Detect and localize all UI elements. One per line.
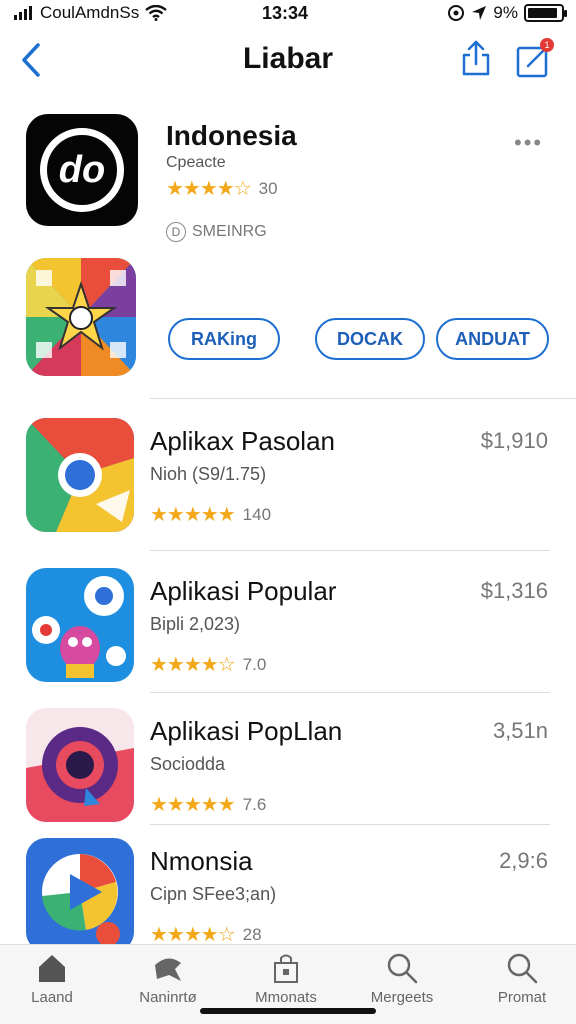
game-icon-art	[26, 258, 136, 376]
ranking-button[interactable]: RAKing	[168, 318, 280, 360]
compose-button[interactable]: 1	[514, 38, 556, 80]
chrome-app-icon	[26, 418, 134, 532]
tab-label: Promat	[497, 989, 547, 1006]
status-right: 9%	[447, 3, 567, 23]
app-icon: do	[26, 114, 138, 226]
play-icon	[26, 838, 134, 952]
at-icon	[448, 5, 465, 21]
circle-app-icon	[26, 708, 134, 822]
home-icon	[39, 955, 65, 982]
divider	[150, 824, 550, 825]
home-indicator[interactable]	[200, 1008, 376, 1014]
list-item[interactable]: Aplikax Pasolan Nioh (S9/1.75) ★★★★★ 140…	[0, 418, 576, 548]
app-icon-ring: do	[40, 128, 124, 212]
rating-count: 28	[242, 924, 262, 944]
app-title: Aplikax Pasolan	[150, 426, 335, 456]
nmonsia-app-icon	[26, 838, 134, 952]
app-price: $1,910	[480, 428, 548, 453]
tab-home[interactable]: Laand	[2, 951, 102, 1021]
signal-icon	[14, 6, 32, 20]
app-title: Nmonsia	[150, 846, 253, 876]
tab-label: Naninrtø	[139, 989, 197, 1006]
app-price: $1,316	[480, 578, 548, 603]
poplan-app-icon	[26, 708, 134, 822]
tag-label: SMEINRG	[192, 223, 267, 240]
app-price: 2,9:6	[499, 848, 548, 873]
location-icon	[472, 6, 487, 20]
star-rating: ★★★★☆	[166, 178, 252, 200]
star-rating: ★★★★☆	[150, 654, 236, 676]
divider	[150, 692, 550, 693]
featured-app-title: Indonesia	[166, 120, 297, 151]
app-subtitle: Bipli 2,023)	[150, 614, 241, 634]
battery-fill	[528, 8, 557, 18]
search-icon	[507, 953, 538, 984]
status-bar: CoulAmdnSs 13:34 9%	[0, 0, 576, 28]
games-icon	[155, 958, 181, 981]
rating-count: 140	[242, 504, 272, 524]
app-subtitle: Sociodda	[150, 754, 226, 774]
status-time: 13:34	[262, 3, 309, 23]
monster-icon	[26, 568, 134, 682]
app-subtitle: Nioh (S9/1.75)	[150, 464, 267, 484]
star-rating: ★★★★★	[150, 504, 236, 526]
popular-app-icon	[26, 568, 134, 682]
chrome-icon	[26, 418, 134, 532]
list-item[interactable]: Aplikasi PopLlan Sociodda ★★★★★ 7.6 3,51…	[0, 708, 576, 838]
search-icon	[387, 953, 418, 984]
docak-button[interactable]: DOCAK	[315, 318, 425, 360]
list-item[interactable]: Aplikasi Popular Bipli 2,023) ★★★★☆ 7.0 …	[0, 568, 576, 698]
apps-icon	[274, 954, 298, 983]
game-app-icon[interactable]	[26, 258, 136, 376]
rating-count: 7.6	[242, 794, 267, 814]
share-button[interactable]	[458, 38, 494, 78]
app-rating: ★★★★☆ 7.0	[150, 652, 266, 677]
notification-badge: 1	[540, 38, 554, 52]
featured-app-subtitle: Cpeacte	[166, 154, 226, 171]
divider	[150, 398, 576, 399]
rating-count: 7.0	[242, 654, 267, 674]
featured-app-rating: ★★★★☆ 30	[166, 176, 278, 201]
anduat-button[interactable]: ANDUAT	[436, 318, 549, 360]
carrier-text: CoulAmdnSs	[40, 3, 140, 22]
more-button[interactable]: •••	[514, 130, 543, 156]
battery-icon	[524, 4, 567, 22]
tab-label: Laand	[31, 989, 73, 1006]
status-left: CoulAmdnSs	[14, 3, 167, 23]
battery-text: 9%	[493, 3, 518, 22]
featured-app-tag: D SMEINRG	[166, 222, 267, 242]
share-icon	[462, 40, 490, 76]
app-rating: ★★★★★ 7.6	[150, 792, 266, 817]
nav-bar: Liabar 1	[0, 30, 576, 90]
app-title: Aplikasi Popular	[150, 576, 337, 606]
star-rating: ★★★★★	[150, 794, 236, 816]
divider	[150, 550, 550, 551]
tab-label: Mmonats	[255, 989, 317, 1006]
app-subtitle: Cipn SFee3;an)	[150, 884, 277, 904]
tab-label: Mergeets	[370, 989, 434, 1006]
app-icon-letter: do	[58, 148, 106, 191]
tab-promat[interactable]: Promat	[472, 951, 572, 1021]
tag-icon: D	[166, 222, 186, 242]
app-title: Aplikasi PopLlan	[150, 716, 343, 746]
wifi-icon	[145, 5, 167, 21]
app-price: 3,51n	[492, 718, 548, 743]
app-rating: ★★★★★ 140	[150, 502, 271, 527]
rating-count: 30	[258, 178, 278, 198]
